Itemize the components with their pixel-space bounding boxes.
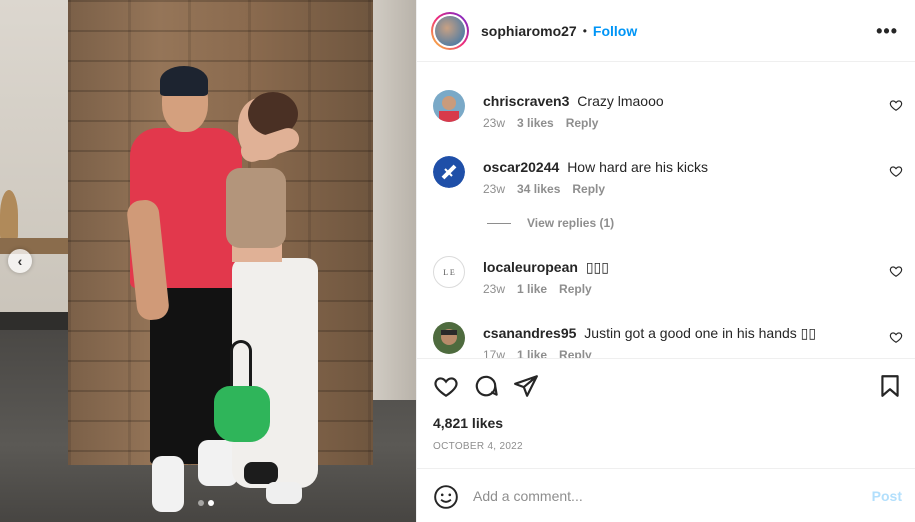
photo-person [226, 168, 286, 248]
truncated-comment-meta [483, 62, 603, 66]
photo-person [266, 482, 302, 504]
photo-bag [230, 340, 252, 390]
post-actions: 4,821 likes OCTOBER 4, 2022 [417, 358, 915, 468]
heart-icon[interactable] [889, 164, 903, 178]
reply-line [487, 222, 511, 224]
share-icon[interactable] [513, 373, 539, 399]
post-date: OCTOBER 4, 2022 [433, 441, 523, 452]
photo-bag [214, 386, 270, 442]
post-photo[interactable]: ‹ [0, 0, 416, 522]
likes-count[interactable]: 4,821 likes [433, 415, 503, 431]
post-side-panel: sophiaromo27 • Follow ••• chriscraven3 C… [416, 0, 915, 522]
story-ring[interactable] [431, 11, 469, 50]
comment-likes[interactable]: 1 like [517, 348, 547, 358]
comment-age: 23w [483, 282, 506, 296]
comment-likes[interactable]: 34 likes [517, 182, 560, 196]
comment-username[interactable]: localeuropean [483, 259, 578, 275]
avatar [435, 15, 465, 46]
comment-age: 23w [483, 116, 506, 130]
comment-text: How hard are his kicks [567, 159, 709, 175]
add-comment-bar: Post [417, 468, 915, 522]
comments-list[interactable]: chriscraven3 Crazy lmaooo 23w 3 likes Re… [417, 62, 915, 358]
reply-button[interactable]: Reply [559, 348, 592, 358]
comment-item: csanandres95 Justin got a good one in hi… [433, 322, 903, 358]
comment-text: ▯▯▯ [585, 259, 609, 275]
post-author-username[interactable]: sophiaromo27 [481, 23, 577, 39]
carousel-prev-button[interactable]: ‹ [8, 249, 32, 273]
heart-icon[interactable] [889, 98, 903, 112]
post-comment-button[interactable]: Post [872, 488, 902, 504]
avatar[interactable]: L E [433, 256, 465, 288]
more-options-icon[interactable]: ••• [876, 22, 898, 40]
comment-icon[interactable] [473, 373, 499, 399]
photo-wall [370, 0, 416, 400]
view-replies-label: View replies (1) [527, 216, 615, 230]
comment-age: 17w [483, 348, 506, 358]
bookmark-icon[interactable] [877, 373, 903, 399]
comment-item: oscar20244 How hard are his kicks 23w 34… [433, 156, 903, 216]
separator-dot: • [582, 23, 587, 38]
comment-text: Crazy lmaooo [577, 93, 664, 109]
photo-person [160, 66, 208, 96]
post-header: sophiaromo27 • Follow ••• [417, 0, 915, 62]
carousel-dot-active [208, 500, 214, 506]
follow-button[interactable]: Follow [593, 23, 637, 39]
comment-input[interactable] [473, 481, 853, 511]
photo-decor [0, 190, 18, 240]
chevron-left-icon: ‹ [17, 253, 23, 269]
heart-icon[interactable] [889, 264, 903, 278]
avatar-monogram: L E [443, 267, 455, 277]
photo-person [244, 462, 278, 484]
comment-item: L E localeuropean ▯▯▯ 23w 1 like Reply [433, 256, 903, 316]
comment-age: 23w [483, 182, 506, 196]
comment-username[interactable]: oscar20244 [483, 159, 559, 175]
comment-likes[interactable]: 1 like [517, 282, 547, 296]
reply-button[interactable]: Reply [559, 282, 592, 296]
avatar[interactable] [433, 90, 465, 122]
comment-item: chriscraven3 Crazy lmaooo 23w 3 likes Re… [433, 90, 903, 150]
emoji-icon[interactable] [433, 484, 459, 510]
comment-username[interactable]: chriscraven3 [483, 93, 569, 109]
comment-text: Justin got a good one in his hands ▯▯ [584, 325, 817, 341]
photo-person [152, 456, 184, 512]
heart-icon[interactable] [889, 330, 903, 344]
view-replies-button[interactable]: View replies (1) [487, 216, 614, 230]
avatar[interactable] [433, 322, 465, 354]
comment-username[interactable]: csanandres95 [483, 325, 576, 341]
reply-button[interactable]: Reply [572, 182, 605, 196]
heart-icon[interactable] [433, 373, 459, 399]
comment-likes[interactable]: 3 likes [517, 116, 554, 130]
carousel-indicator [198, 500, 214, 506]
carousel-dot [198, 500, 204, 506]
reply-button[interactable]: Reply [566, 116, 599, 130]
avatar[interactable] [433, 156, 465, 188]
